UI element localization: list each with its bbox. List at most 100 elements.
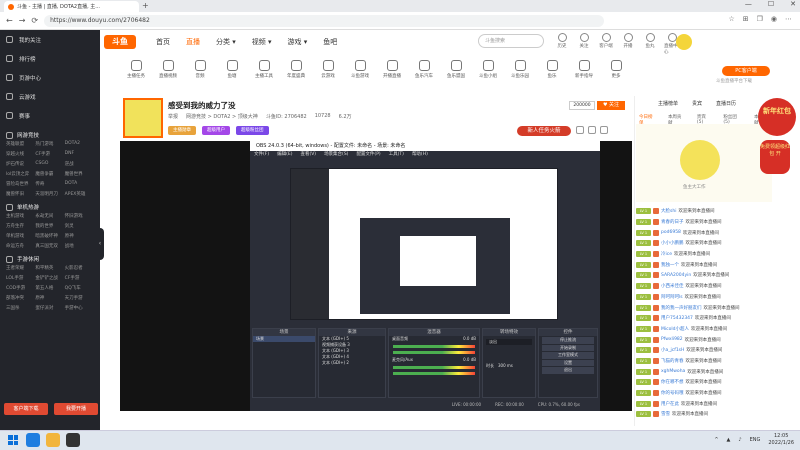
free-redpacket-promo[interactable]: 免费领超级红包 开 (760, 140, 790, 174)
chat-username[interactable]: 我的我一声好朋友们 (661, 305, 702, 311)
sidebar-game-link[interactable]: 我的世界 (35, 223, 64, 229)
studio-mode-button[interactable]: 工作室模式 (542, 352, 594, 359)
follow-button[interactable]: 关注 (576, 33, 592, 55)
maximize-button[interactable]: ☐ (768, 0, 774, 8)
phone-icon[interactable] (600, 126, 608, 134)
sidebar-game-link[interactable]: 魔兽争霸 (35, 171, 64, 177)
obs-menu-item[interactable]: 场景集合(S) (324, 151, 348, 159)
sidebar-game-link[interactable]: 怀旧游戏 (65, 213, 94, 219)
category-item[interactable]: 音频 (184, 60, 216, 90)
sidebar-game-link[interactable]: 永劫无间 (35, 213, 64, 219)
douyu-logo[interactable]: 斗鱼 (104, 35, 136, 49)
sidebar-game-link[interactable]: COD手游 (6, 285, 35, 291)
settings-button[interactable]: 设置 (542, 359, 594, 366)
category-item[interactable]: 开播直播 (376, 60, 408, 90)
gift-icon[interactable] (588, 126, 596, 134)
sidebar-collapse-button[interactable]: ‹ (96, 228, 104, 260)
scene-item[interactable]: 场景 (253, 336, 315, 342)
chat-username[interactable]: 青春的日子 (661, 219, 684, 225)
sidebar-game-link[interactable]: QQ飞车 (65, 285, 94, 291)
sidebar-item-rank[interactable]: 排行榜 (0, 49, 100, 68)
new-year-redpacket[interactable]: 新年红包 (758, 98, 796, 136)
sidebar-game-link[interactable]: 魔兽世界 (65, 171, 94, 177)
sidebar-game-link[interactable]: 热门游戏 (35, 141, 64, 147)
chat-username[interactable]: 飞猫的青春 (661, 358, 684, 364)
client-download-button[interactable]: 客户端下载 (4, 403, 48, 415)
chat-username[interactable]: 我独一个 (661, 262, 679, 268)
obs-menu-item[interactable]: 配置文件(P) (356, 151, 380, 159)
obs-menu-item[interactable]: 编辑(E) (277, 151, 292, 159)
sidebar-game-link[interactable]: 单机游戏 (6, 233, 35, 239)
tag-badge[interactable]: 超级用户 (202, 126, 230, 135)
network-icon[interactable]: ▲ (727, 437, 731, 443)
category-item[interactable]: 直播视频 (152, 60, 184, 90)
nav-video[interactable]: 视频 ▾ (252, 37, 272, 47)
sidebar-item-esports[interactable]: 赛事 (0, 106, 100, 125)
sidebar-game-link[interactable]: 原神 (65, 233, 94, 239)
chat-username[interactable]: 小小小鹏鹏 (661, 240, 684, 246)
chat-username[interactable]: 阿呵阿呵ls (661, 294, 683, 300)
stop-streaming-button[interactable]: 停止推流 (542, 337, 594, 344)
chat-username[interactable]: 冷ice (661, 251, 672, 257)
chat-username[interactable]: 小西米佳佳 (661, 283, 684, 289)
client-button[interactable]: 客户端 (598, 33, 614, 55)
sidebar-game-link[interactable]: CSGO (35, 161, 64, 167)
sidebar-game-link[interactable]: 真三国无双 (35, 243, 64, 249)
obs-menu-item[interactable]: 文件(F) (254, 151, 269, 159)
sidebar-game-link[interactable]: 逆战 (65, 161, 94, 167)
chat-username[interactable]: 小a_jcf1sH (661, 347, 684, 353)
history-button[interactable]: 历史 (554, 33, 570, 55)
sidebar-game-link[interactable]: 魔兽怀旧 (6, 191, 35, 197)
sidebar-game-link[interactable]: CF手游 (65, 275, 94, 281)
nav-home[interactable]: 首页 (156, 37, 170, 47)
reload-button[interactable]: ⟳ (31, 16, 38, 25)
tab-anchor-rank[interactable]: 主播榜单 (658, 100, 678, 107)
category-item[interactable]: 更多 (600, 60, 632, 90)
search-input[interactable]: 斗鱼搜索 (478, 34, 544, 48)
chat-username[interactable]: 用户在此 (661, 401, 679, 407)
sidebar-game-link[interactable]: lol云顶之弈 (6, 171, 35, 177)
start-recording-button[interactable]: 开始录制 (542, 344, 594, 351)
url-input[interactable]: https://www.douyu.com/2706482 (44, 14, 605, 27)
chat-username[interactable]: 你在哪不想 (661, 379, 684, 385)
sidebar-game-link[interactable]: DOTA (65, 181, 94, 187)
obs-icon[interactable] (66, 433, 80, 447)
pc-client-button[interactable]: PC客户端 (722, 66, 770, 76)
category-item[interactable]: 斗鱼乐园 (504, 60, 536, 90)
category-item[interactable]: 鱼乐盟国 (440, 60, 472, 90)
sidebar-game-link[interactable]: 和平精英 (35, 265, 64, 271)
chat-username[interactable]: 雪雪 (661, 411, 670, 417)
chat-username[interactable]: SARA2004yin (661, 273, 691, 278)
user-avatar[interactable] (676, 34, 692, 50)
tray-overflow-icon[interactable]: ^ (714, 437, 718, 443)
sidebar-game-link[interactable]: APEX英雄 (65, 191, 94, 197)
sidebar-game-link[interactable]: 三国杀 (6, 305, 35, 311)
chat-username[interactable]: xghMwoha (661, 369, 685, 374)
start-icon[interactable] (8, 435, 18, 445)
sidebar-game-link[interactable]: 天刀手游 (65, 295, 94, 301)
new-tab-button[interactable]: + (142, 1, 149, 10)
input-language[interactable]: ENG (750, 437, 761, 443)
sidebar-game-link[interactable]: 手游中心 (65, 305, 94, 311)
nav-category[interactable]: 分类 ▾ (216, 37, 236, 47)
collections-icon[interactable]: ❐ (757, 15, 763, 23)
profile-icon[interactable]: ◉ (771, 15, 777, 23)
streamer-avatar[interactable] (123, 98, 163, 138)
tag-badge[interactable]: 主播勋章 (168, 126, 196, 135)
sidebar-game-link[interactable]: LOL手游 (6, 275, 35, 281)
sidebar-game-link[interactable]: 原神 (35, 295, 64, 301)
sidebar-game-link[interactable]: 蛋仔派对 (35, 305, 64, 311)
menu-icon[interactable]: ⋯ (785, 15, 792, 23)
volume-meter[interactable] (393, 366, 475, 369)
nav-game[interactable]: 游戏 ▾ (288, 37, 308, 47)
category-item[interactable]: 云游戏 (312, 60, 344, 90)
forward-button[interactable]: → (19, 16, 26, 25)
volume-meter[interactable] (393, 372, 475, 375)
sidebar-game-link[interactable]: 命运方舟 (6, 243, 35, 249)
sidebar-game-link[interactable]: 天涯明月刀 (35, 191, 64, 197)
sidebar-item-follow[interactable]: 我的关注 (0, 30, 100, 49)
extensions-icon[interactable]: ⊞ (743, 15, 749, 23)
obs-menu-item[interactable]: 帮助(H) (412, 151, 428, 159)
category-path[interactable]: 网游竞技 > DOTA2 > 顶级大神 (186, 113, 258, 120)
nav-live[interactable]: 直播 (186, 37, 200, 47)
